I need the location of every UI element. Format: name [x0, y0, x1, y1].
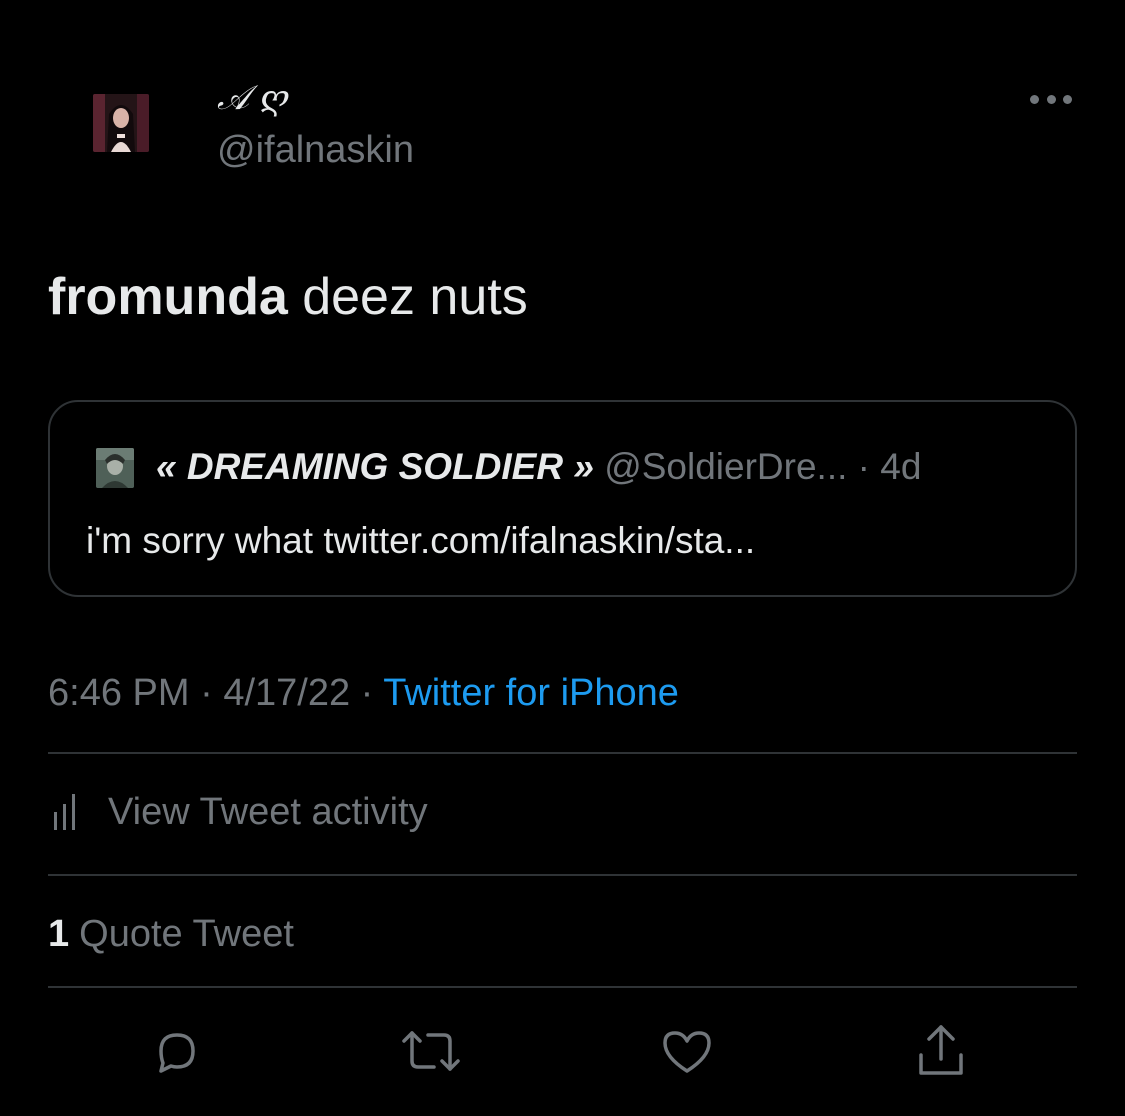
quoted-tweet-age: 4d: [880, 446, 922, 487]
tweet-text-rest: deez nuts: [287, 268, 528, 326]
quoted-author-name: « DREAMING SOLDIER »: [156, 446, 594, 487]
tweet-text: fromunda deez nuts: [48, 266, 528, 328]
reply-button[interactable]: [142, 1016, 212, 1086]
reply-icon: [159, 1033, 195, 1073]
tweet-date: 4/17/22: [223, 672, 351, 714]
author-handle[interactable]: @ifalnaskin: [217, 128, 414, 172]
tweet-time: 6:46 PM: [48, 672, 190, 714]
view-tweet-activity-label: View Tweet activity: [108, 790, 428, 833]
author-display-name[interactable]: 𝒜 ღ: [217, 76, 289, 120]
more-options-button[interactable]: [1026, 84, 1076, 114]
tweet-meta: 6:46 PM · 4/17/22 · Twitter for iPhone: [48, 667, 679, 719]
view-tweet-activity-button[interactable]: View Tweet activity: [48, 784, 428, 840]
heart-icon: [663, 1031, 711, 1073]
quote-tweets-stat[interactable]: 1 Quote Tweet: [48, 906, 294, 962]
author-avatar[interactable]: [93, 94, 149, 152]
divider: [48, 752, 1077, 754]
bar-chart-icon: [54, 794, 75, 830]
divider: [48, 986, 1077, 988]
retweet-button[interactable]: [396, 1016, 466, 1086]
quoted-separator: ·: [847, 446, 881, 487]
quoted-tweet-header: « DREAMING SOLDIER » @SoldierDre... · 4d: [156, 442, 921, 492]
divider: [48, 874, 1077, 876]
dot-icon: [1046, 94, 1056, 104]
meta-separator: ·: [189, 672, 224, 714]
quoted-author-handle: @SoldierDre...: [604, 446, 848, 487]
tweet-detail-view: 𝒜 ღ @ifalnaskin fromunda deez nuts « DRE…: [0, 0, 1125, 1116]
like-button[interactable]: [652, 1016, 722, 1086]
quoted-tweet-card[interactable]: « DREAMING SOLDIER » @SoldierDre... · 4d…: [48, 400, 1077, 597]
share-button[interactable]: [906, 1016, 976, 1086]
meta-separator: ·: [350, 672, 384, 714]
tweet-source-link[interactable]: Twitter for iPhone: [383, 672, 679, 714]
dot-icon: [1030, 94, 1039, 104]
quoted-tweet-text: i'm sorry what twitter.com/ifalnaskin/st…: [86, 520, 756, 561]
retweet-icon: [402, 1031, 460, 1071]
quote-count-label: Quote Tweet: [79, 912, 294, 955]
avatar-photo: [93, 94, 149, 152]
dot-icon: [1063, 94, 1072, 104]
quoted-avatar-photo: [96, 448, 134, 488]
quote-count: 1: [48, 912, 70, 955]
share-icon: [919, 1025, 963, 1075]
quoted-author-avatar: [96, 448, 134, 488]
tweet-text-bold: fromunda: [48, 268, 288, 326]
